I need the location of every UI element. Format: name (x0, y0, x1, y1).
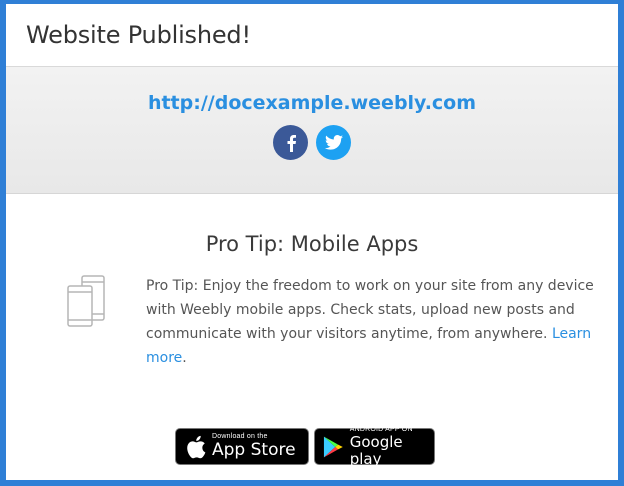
facebook-share-button[interactable] (273, 125, 308, 160)
apple-icon (187, 435, 206, 458)
google-play-icon (323, 436, 343, 457)
pro-tip-row: Pro Tip: Enjoy the freedom to work on yo… (6, 274, 618, 370)
social-share (6, 125, 618, 160)
published-section: http://docexample.weebly.com (6, 67, 618, 194)
site-url-link[interactable]: http://docexample.weebly.com (148, 92, 476, 114)
pro-tip-period: . (182, 350, 187, 366)
pro-tip-heading: Pro Tip: Mobile Apps (205, 232, 419, 256)
app-store-badge[interactable]: Download on the App Store (175, 428, 309, 465)
twitter-icon (324, 135, 343, 150)
app-store-big-text: App Store (212, 440, 296, 460)
google-play-big-text: Google play (349, 432, 403, 468)
dialog-title: Website Published! (26, 21, 251, 49)
pro-tip-body: Pro Tip: Enjoy the freedom to work on yo… (146, 278, 594, 342)
mobile-devices-icon (6, 274, 146, 370)
twitter-share-button[interactable] (316, 125, 351, 160)
publish-dialog: Website Published! http://docexample.wee… (6, 4, 618, 480)
facebook-icon (287, 134, 296, 152)
google-play-badge[interactable]: ANDROID APP ON Google play (314, 426, 435, 468)
dialog-header: Website Published! (6, 4, 618, 67)
pro-tip-text: Pro Tip: Enjoy the freedom to work on yo… (146, 274, 606, 370)
store-badges: Download on the App Store ANDROID APP ON… (6, 426, 618, 468)
